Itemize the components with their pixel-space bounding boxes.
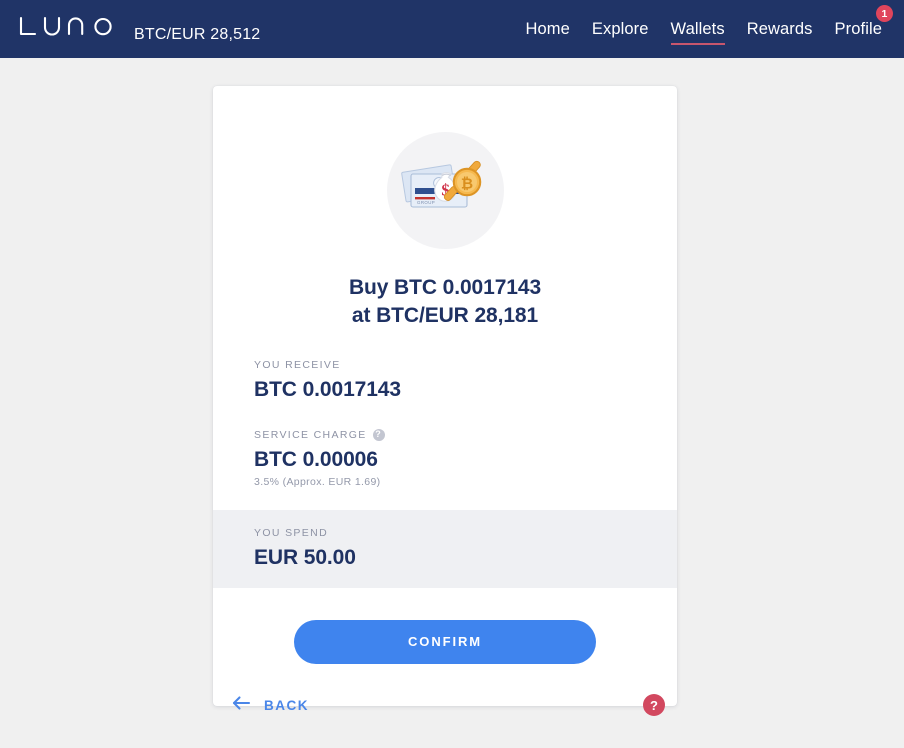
illustration-container: GROUP $ ₿ — [213, 86, 677, 249]
nav-item-explore[interactable]: Explore — [592, 3, 649, 55]
nav-item-home[interactable]: Home — [525, 3, 569, 55]
help-button[interactable]: ? — [643, 694, 665, 716]
headline-line-1: Buy BTC 0.0017143 — [348, 276, 542, 299]
app-header: BTC/EUR 28,512 Home Explore Wallets Rewa… — [0, 0, 904, 58]
nav-item-profile[interactable]: Profile 1 — [834, 3, 893, 55]
field-you-receive: YOU RECEIVE BTC 0.0017143 — [254, 359, 636, 402]
back-link-label: BACK — [264, 697, 309, 713]
buy-confirmation-card: GROUP $ ₿ Buy BTC 0.0017143 at BTC/EUR 2… — [213, 86, 677, 706]
headline-line-2: at BTC/EUR 28,181 — [351, 303, 539, 327]
svg-text:GROUP: GROUP — [417, 200, 435, 205]
nav-item-rewards[interactable]: Rewards — [747, 3, 813, 55]
order-details: YOU RECEIVE BTC 0.0017143 SERVICE CHARGE… — [213, 329, 677, 487]
you-spend-label: YOU SPEND — [254, 526, 328, 539]
service-charge-label: SERVICE CHARGE ? — [254, 428, 636, 441]
service-charge-label-text: SERVICE CHARGE — [254, 428, 367, 441]
card-footer: BACK ? — [213, 682, 677, 728]
nav-item-wallets[interactable]: Wallets — [670, 3, 725, 55]
service-charge-value: BTC 0.00006 — [254, 447, 378, 471]
arrow-left-icon — [231, 695, 251, 716]
page-title: Buy BTC 0.0017143 at BTC/EUR 28,181 — [213, 274, 677, 329]
market-pair-label: BTC/EUR 28,512 — [134, 25, 261, 43]
svg-text:₿: ₿ — [461, 176, 473, 193]
field-service-charge: SERVICE CHARGE ? BTC 0.00006 3.5% (Appro… — [254, 428, 636, 488]
luno-logo-icon[interactable] — [18, 14, 116, 45]
service-charge-help-icon[interactable]: ? — [372, 428, 385, 441]
you-receive-value: BTC 0.0017143 — [254, 378, 401, 402]
illustration-circle: GROUP $ ₿ — [386, 132, 504, 249]
field-you-spend: YOU SPEND EUR 50.00 — [213, 509, 677, 588]
page-body: GROUP $ ₿ Buy BTC 0.0017143 at BTC/EUR 2… — [0, 58, 904, 748]
profile-notification-badge: 1 — [876, 5, 893, 23]
buy-crypto-illustration-icon: GROUP $ ₿ — [401, 150, 489, 231]
service-charge-note: 3.5% (Approx. EUR 1.69) — [254, 475, 381, 488]
main-navigation: Home Explore Wallets Rewards Profile 1 — [525, 0, 904, 58]
back-link[interactable]: BACK — [213, 695, 309, 716]
confirm-button[interactable]: CONFIRM — [294, 619, 596, 664]
you-spend-value: EUR 50.00 — [254, 545, 356, 569]
brand-area: BTC/EUR 28,512 — [18, 14, 260, 45]
nav-item-profile-label: Profile — [834, 20, 882, 39]
you-receive-label: YOU RECEIVE — [254, 359, 341, 372]
